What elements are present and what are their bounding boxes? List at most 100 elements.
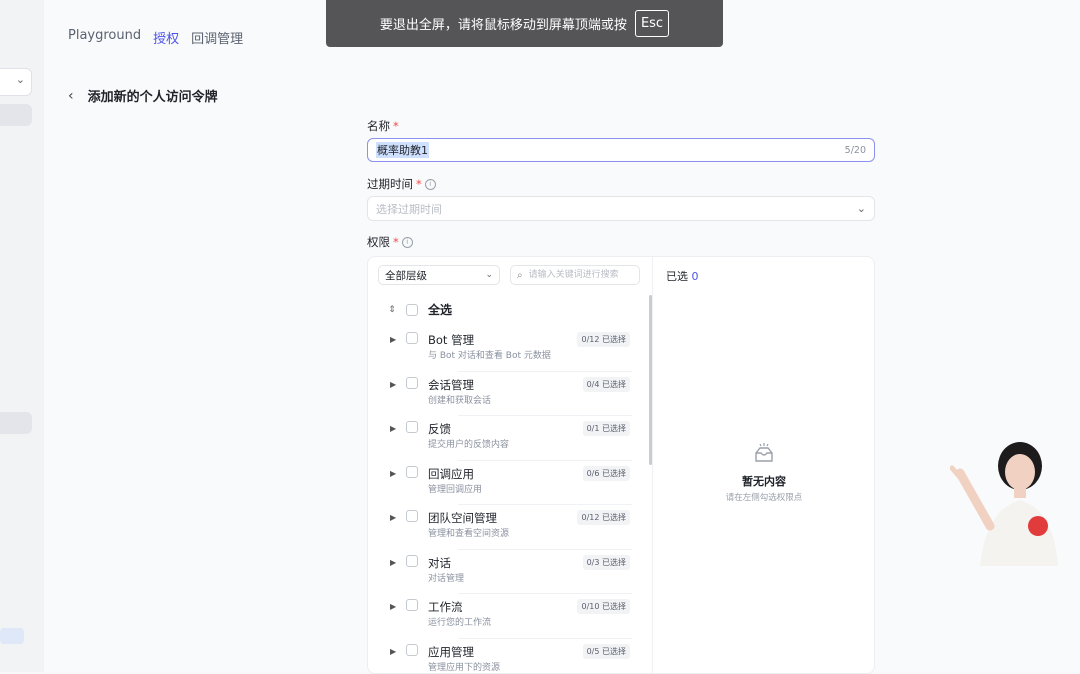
- selection-count-badge: 0/10 已选择: [577, 599, 630, 614]
- esc-key-hint: Esc: [635, 10, 669, 37]
- expiry-label: 过期时间* i: [367, 176, 875, 192]
- expand-caret-icon[interactable]: ▶: [390, 647, 396, 656]
- search-icon: ⌕: [517, 270, 523, 281]
- toast-message: 要退出全屏，请将鼠标移动到屏幕顶端或按: [380, 14, 627, 33]
- expand-caret-icon[interactable]: ▶: [390, 513, 396, 522]
- permission-desc: 管理回调应用: [428, 482, 482, 495]
- permission-row[interactable]: ▶ 对话对话管理 0/3 已选择: [368, 550, 650, 595]
- permission-name: Bot 管理: [428, 332, 474, 348]
- permission-desc: 运行您的工作流: [428, 615, 491, 628]
- expiry-select[interactable]: 选择过期时间 ⌄: [367, 196, 875, 221]
- expand-collapse-icon[interactable]: ⇕: [388, 305, 396, 315]
- permission-checkbox[interactable]: [406, 332, 418, 344]
- selection-count-badge: 0/4 已选择: [583, 377, 630, 392]
- empty-state: 暂无内容 请在左侧勾选权限点: [654, 443, 874, 503]
- sidebar-item[interactable]: [0, 104, 32, 126]
- expand-caret-icon[interactable]: ▶: [390, 558, 396, 567]
- divider: [652, 257, 653, 673]
- selected-count: 0: [692, 270, 699, 283]
- search-input[interactable]: [527, 269, 631, 281]
- permission-name: 工作流: [428, 599, 463, 615]
- permission-checkbox[interactable]: [406, 555, 418, 567]
- permissions-tree: 全部层级 ⌄ ⌕ ⇕ 全选 ▶ Bot 管理与 Bot 对话和查看 Bot 元数据…: [368, 257, 650, 673]
- selection-count-badge: 0/5 已选择: [583, 644, 630, 659]
- selection-count-badge: 0/3 已选择: [583, 555, 630, 570]
- selection-count-badge: 0/12 已选择: [577, 332, 630, 347]
- permission-name: 回调应用: [428, 466, 474, 482]
- selection-count-badge: 0/1 已选择: [583, 421, 630, 436]
- permission-checkbox[interactable]: [406, 599, 418, 611]
- chevron-down-icon: ⌄: [485, 270, 493, 280]
- permission-list: ▶ Bot 管理与 Bot 对话和查看 Bot 元数据 0/12 已选择 ▶ 会话管理创…: [368, 327, 650, 674]
- tab-callback-management[interactable]: 回调管理: [191, 28, 243, 47]
- permission-checkbox[interactable]: [406, 510, 418, 522]
- sidebar-thumbnail[interactable]: [0, 628, 24, 644]
- tab-playground[interactable]: Playground: [68, 28, 141, 47]
- chevron-down-icon: ⌄: [16, 73, 25, 86]
- char-counter: 5/20: [845, 145, 866, 156]
- permission-desc: 管理应用下的资源: [428, 660, 500, 673]
- expiry-placeholder: 选择过期时间: [376, 201, 442, 217]
- permission-row[interactable]: ▶ 回调应用管理回调应用 0/6 已选择: [368, 461, 650, 506]
- level-select[interactable]: 全部层级 ⌄: [378, 265, 500, 285]
- selected-header: 已选 0: [666, 268, 699, 284]
- select-all-label: 全选: [428, 301, 452, 318]
- expand-caret-icon[interactable]: ▶: [390, 469, 396, 478]
- empty-title: 暂无内容: [654, 473, 874, 489]
- selection-count-badge: 0/6 已选择: [583, 466, 630, 481]
- permission-name: 会话管理: [428, 377, 474, 393]
- permission-row[interactable]: ▶ 应用管理管理应用下的资源 0/5 已选择: [368, 639, 650, 674]
- permission-desc: 提交用户的反馈内容: [428, 437, 509, 450]
- permission-name: 反馈: [428, 421, 451, 437]
- permissions-panel: 全部层级 ⌄ ⌕ ⇕ 全选 ▶ Bot 管理与 Bot 对话和查看 Bot 元数据…: [367, 256, 875, 674]
- expand-caret-icon[interactable]: ▶: [390, 424, 396, 433]
- select-all-checkbox[interactable]: [406, 304, 418, 316]
- permission-checkbox[interactable]: [406, 644, 418, 656]
- selection-count-badge: 0/12 已选择: [577, 510, 630, 525]
- permission-desc: 与 Bot 对话和查看 Bot 元数据: [428, 348, 551, 361]
- info-icon[interactable]: i: [425, 179, 436, 190]
- permission-search[interactable]: ⌕: [510, 265, 640, 285]
- permission-name: 应用管理: [428, 644, 474, 660]
- permission-row[interactable]: ▶ 工作流运行您的工作流 0/10 已选择: [368, 594, 650, 639]
- permission-row[interactable]: ▶ 团队空间管理管理和查看空间资源 0/12 已选择: [368, 505, 650, 550]
- fullscreen-toast: 要退出全屏，请将鼠标移动到屏幕顶端或按 Esc: [326, 0, 723, 47]
- left-sidebar: ⌄: [0, 0, 45, 672]
- permission-desc: 对话管理: [428, 571, 464, 584]
- sidebar-item[interactable]: [0, 412, 32, 434]
- token-form: 名称* 概率助教1 5/20 过期时间* i 选择过期时间 ⌄ 权限* i: [367, 118, 875, 250]
- chevron-left-icon[interactable]: ‹: [68, 88, 74, 104]
- required-mark: *: [393, 119, 399, 133]
- chevron-down-icon: ⌄: [857, 202, 866, 215]
- page-header: ‹ 添加新的个人访问令牌: [68, 86, 218, 105]
- permission-desc: 创建和获取会话: [428, 393, 491, 406]
- permission-checkbox[interactable]: [406, 377, 418, 389]
- selected-pane: 已选 0 暂无内容 请在左侧勾选权限点: [654, 257, 874, 673]
- name-value: 概率助教1: [376, 142, 429, 158]
- empty-box-icon: [752, 443, 776, 465]
- presenter-overlay: [950, 438, 1060, 566]
- expand-caret-icon[interactable]: ▶: [390, 380, 396, 389]
- permission-row[interactable]: ▶ 会话管理创建和获取会话 0/4 已选择: [368, 372, 650, 417]
- permission-checkbox[interactable]: [406, 421, 418, 433]
- workspace-select[interactable]: ⌄: [0, 68, 32, 96]
- expand-caret-icon[interactable]: ▶: [390, 335, 396, 344]
- permission-name: 团队空间管理: [428, 510, 497, 526]
- permissions-label: 权限* i: [367, 234, 875, 250]
- required-mark: *: [416, 177, 422, 191]
- page-title: 添加新的个人访问令牌: [88, 86, 218, 105]
- permission-row[interactable]: ▶ Bot 管理与 Bot 对话和查看 Bot 元数据 0/12 已选择: [368, 327, 650, 372]
- permission-checkbox[interactable]: [406, 466, 418, 478]
- select-all-row[interactable]: ⇕ 全选: [388, 301, 452, 318]
- main-content: Playground 授权 回调管理 ‹ 添加新的个人访问令牌 名称* 概率助教…: [44, 0, 1080, 672]
- empty-subtitle: 请在左侧勾选权限点: [654, 491, 874, 503]
- permission-row[interactable]: ▶ 反馈提交用户的反馈内容 0/1 已选择: [368, 416, 650, 461]
- name-label: 名称*: [367, 118, 875, 134]
- permission-desc: 管理和查看空间资源: [428, 526, 509, 539]
- permission-name: 对话: [428, 555, 451, 571]
- tab-authorization[interactable]: 授权: [153, 28, 179, 47]
- name-field[interactable]: 概率助教1 5/20: [367, 138, 875, 162]
- info-icon[interactable]: i: [402, 237, 413, 248]
- expand-caret-icon[interactable]: ▶: [390, 602, 396, 611]
- top-navigation: Playground 授权 回调管理: [68, 28, 243, 47]
